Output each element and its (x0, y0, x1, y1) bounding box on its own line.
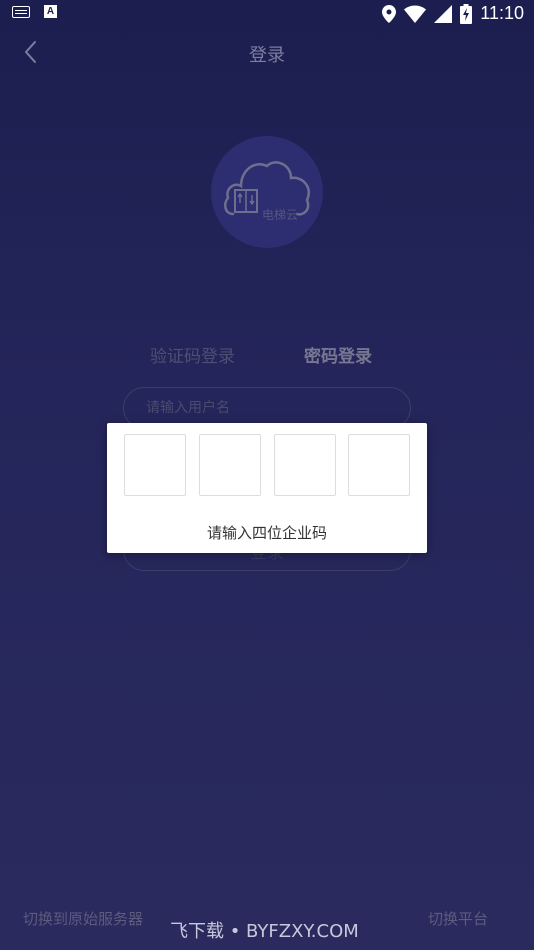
a-icon: A (44, 5, 57, 18)
page-title: 登录 (249, 45, 285, 66)
signal-icon (434, 4, 453, 23)
cloud-elevator-icon (224, 161, 310, 216)
location-icon (382, 4, 397, 23)
code-box-3[interactable] (274, 434, 336, 496)
battery-charging-icon (460, 3, 473, 24)
watermark: 飞下载 • BYFZXY.COM (170, 921, 359, 942)
logo: 电梯云 (211, 136, 323, 248)
code-box-4[interactable] (348, 434, 410, 496)
dialog-hint: 请输入四位企业码 (206, 524, 327, 542)
code-box-2[interactable] (199, 434, 261, 496)
nav-bar: 登录 (0, 28, 534, 78)
tab-sms-login[interactable]: 验证码登录 (150, 342, 235, 367)
enterprise-code-dialog: 请输入四位企业码 (107, 423, 427, 553)
logo-text: 电梯云 (262, 208, 299, 222)
clock: 11:10 (480, 3, 524, 23)
login-tabs: 验证码登录 密码登录 (0, 342, 534, 372)
status-right-icons: 11:10 (382, 3, 524, 24)
switch-platform-link[interactable]: 切换平台 (428, 908, 488, 929)
code-box-1[interactable] (124, 434, 186, 496)
wifi-icon (404, 5, 427, 23)
keyboard-icon (12, 5, 30, 18)
tab-password-login[interactable]: 密码登录 (304, 342, 372, 367)
status-left-icons: A (12, 5, 57, 18)
status-bar: A 11:10 (0, 0, 534, 28)
switch-server-link[interactable]: 切换到原始服务器 (23, 908, 143, 929)
